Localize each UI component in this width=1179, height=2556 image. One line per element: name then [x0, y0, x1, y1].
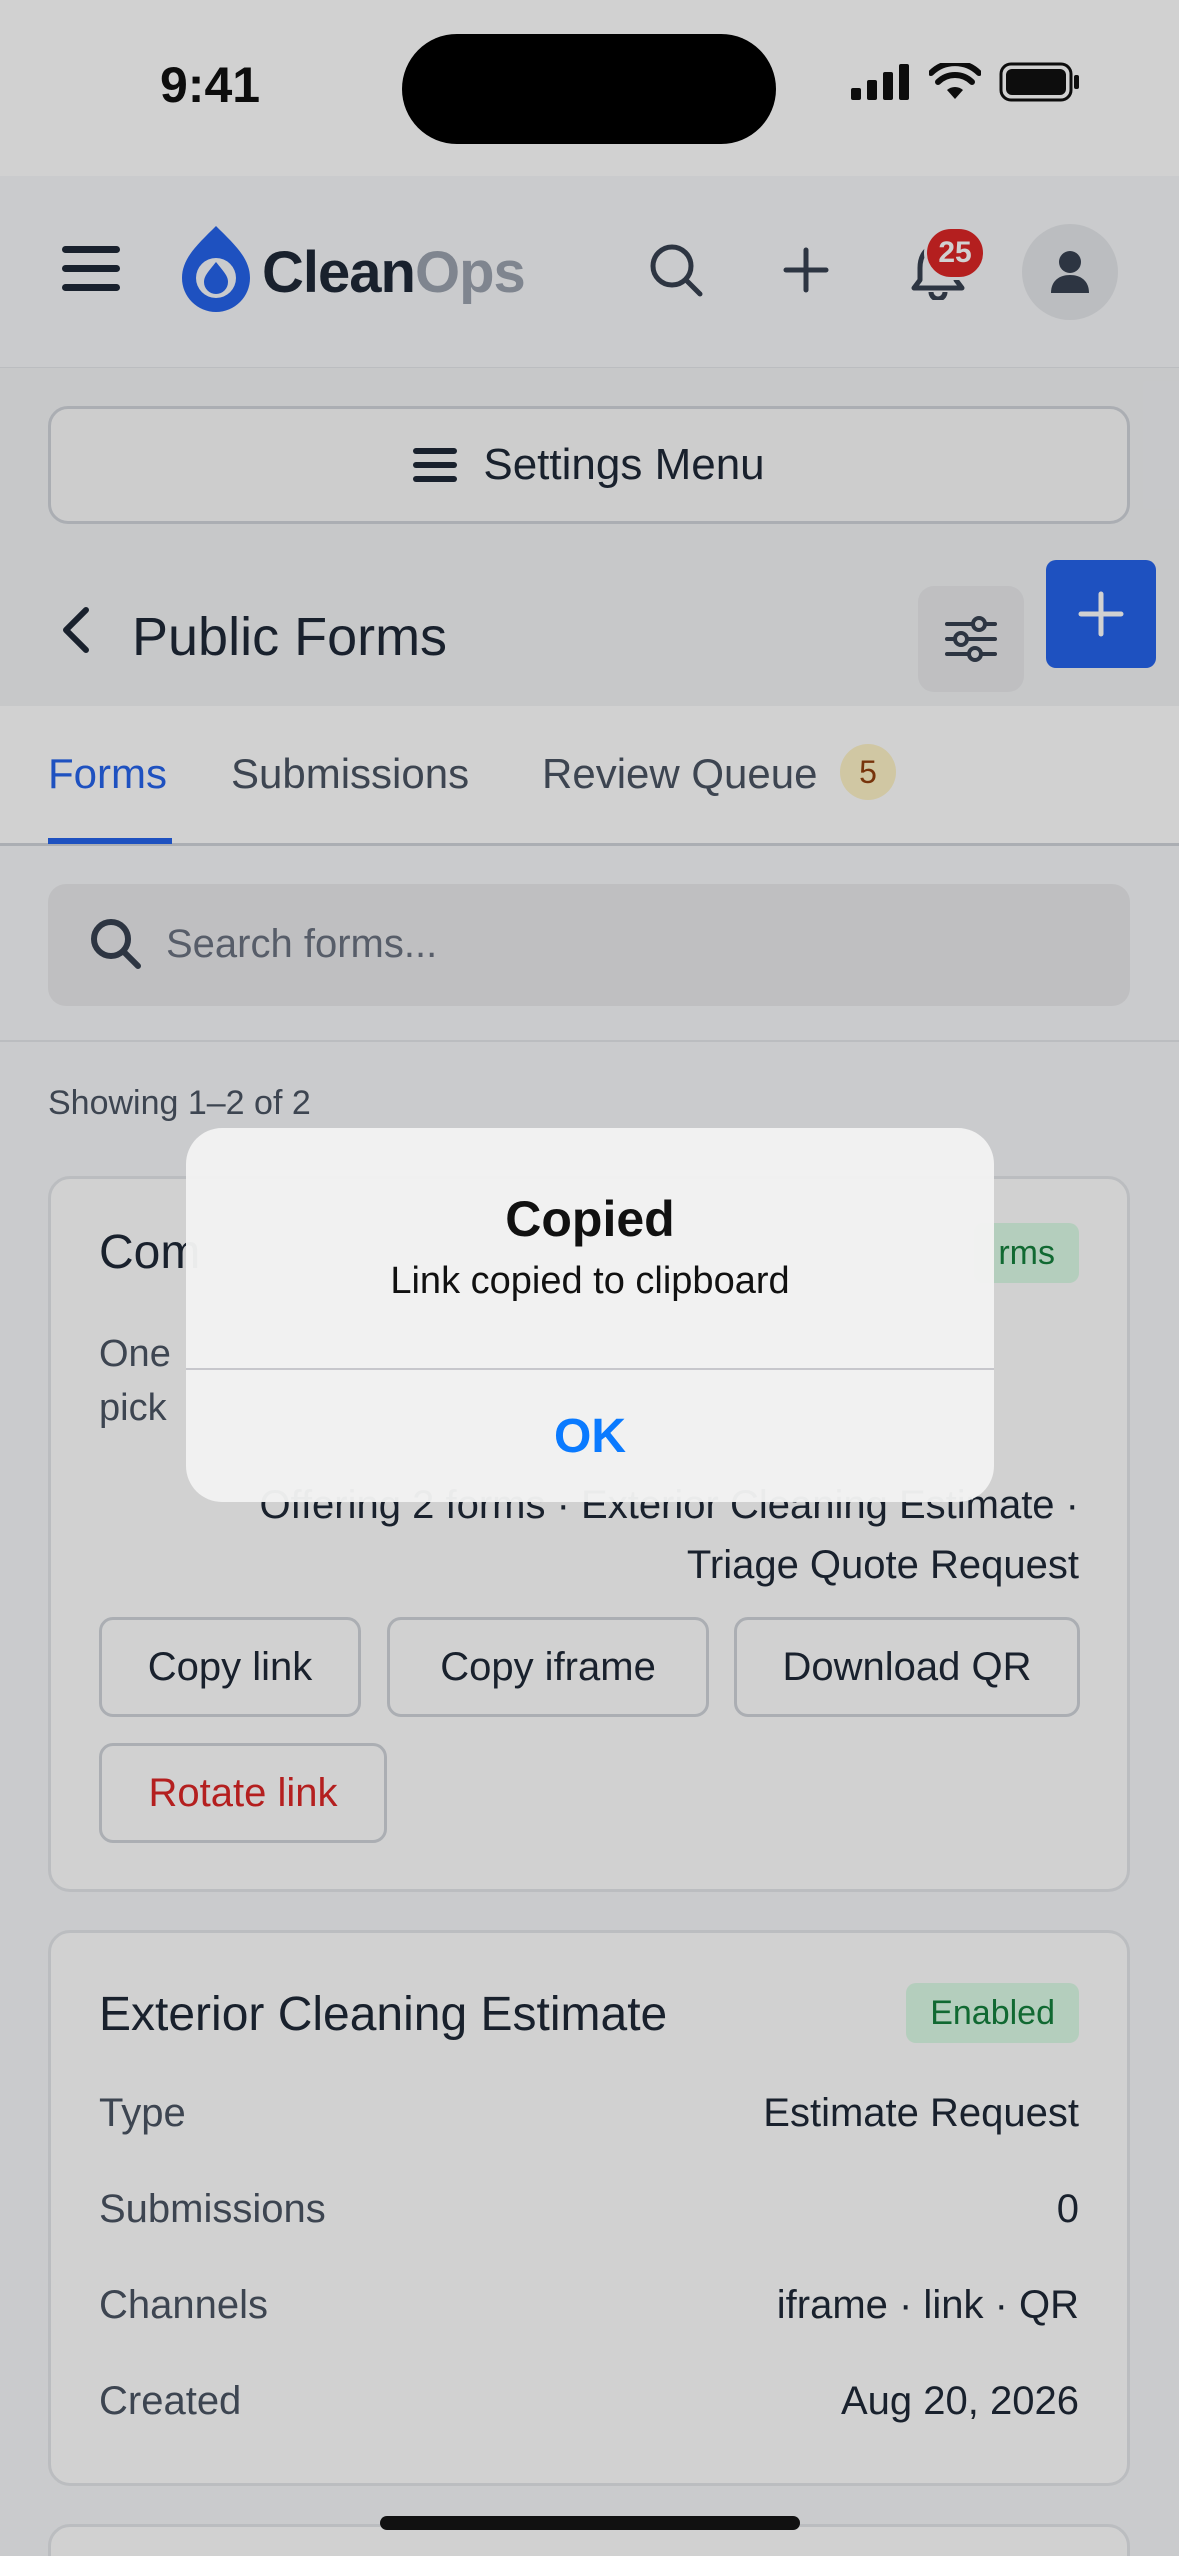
alert-title: Copied [505, 1191, 675, 1247]
copied-alert: Copied Link copied to clipboard OK [186, 1128, 994, 1502]
alert-message: Link copied to clipboard [390, 1260, 790, 1302]
alert-ok-button[interactable]: OK [186, 1370, 994, 1502]
home-indicator[interactable] [380, 2516, 800, 2530]
